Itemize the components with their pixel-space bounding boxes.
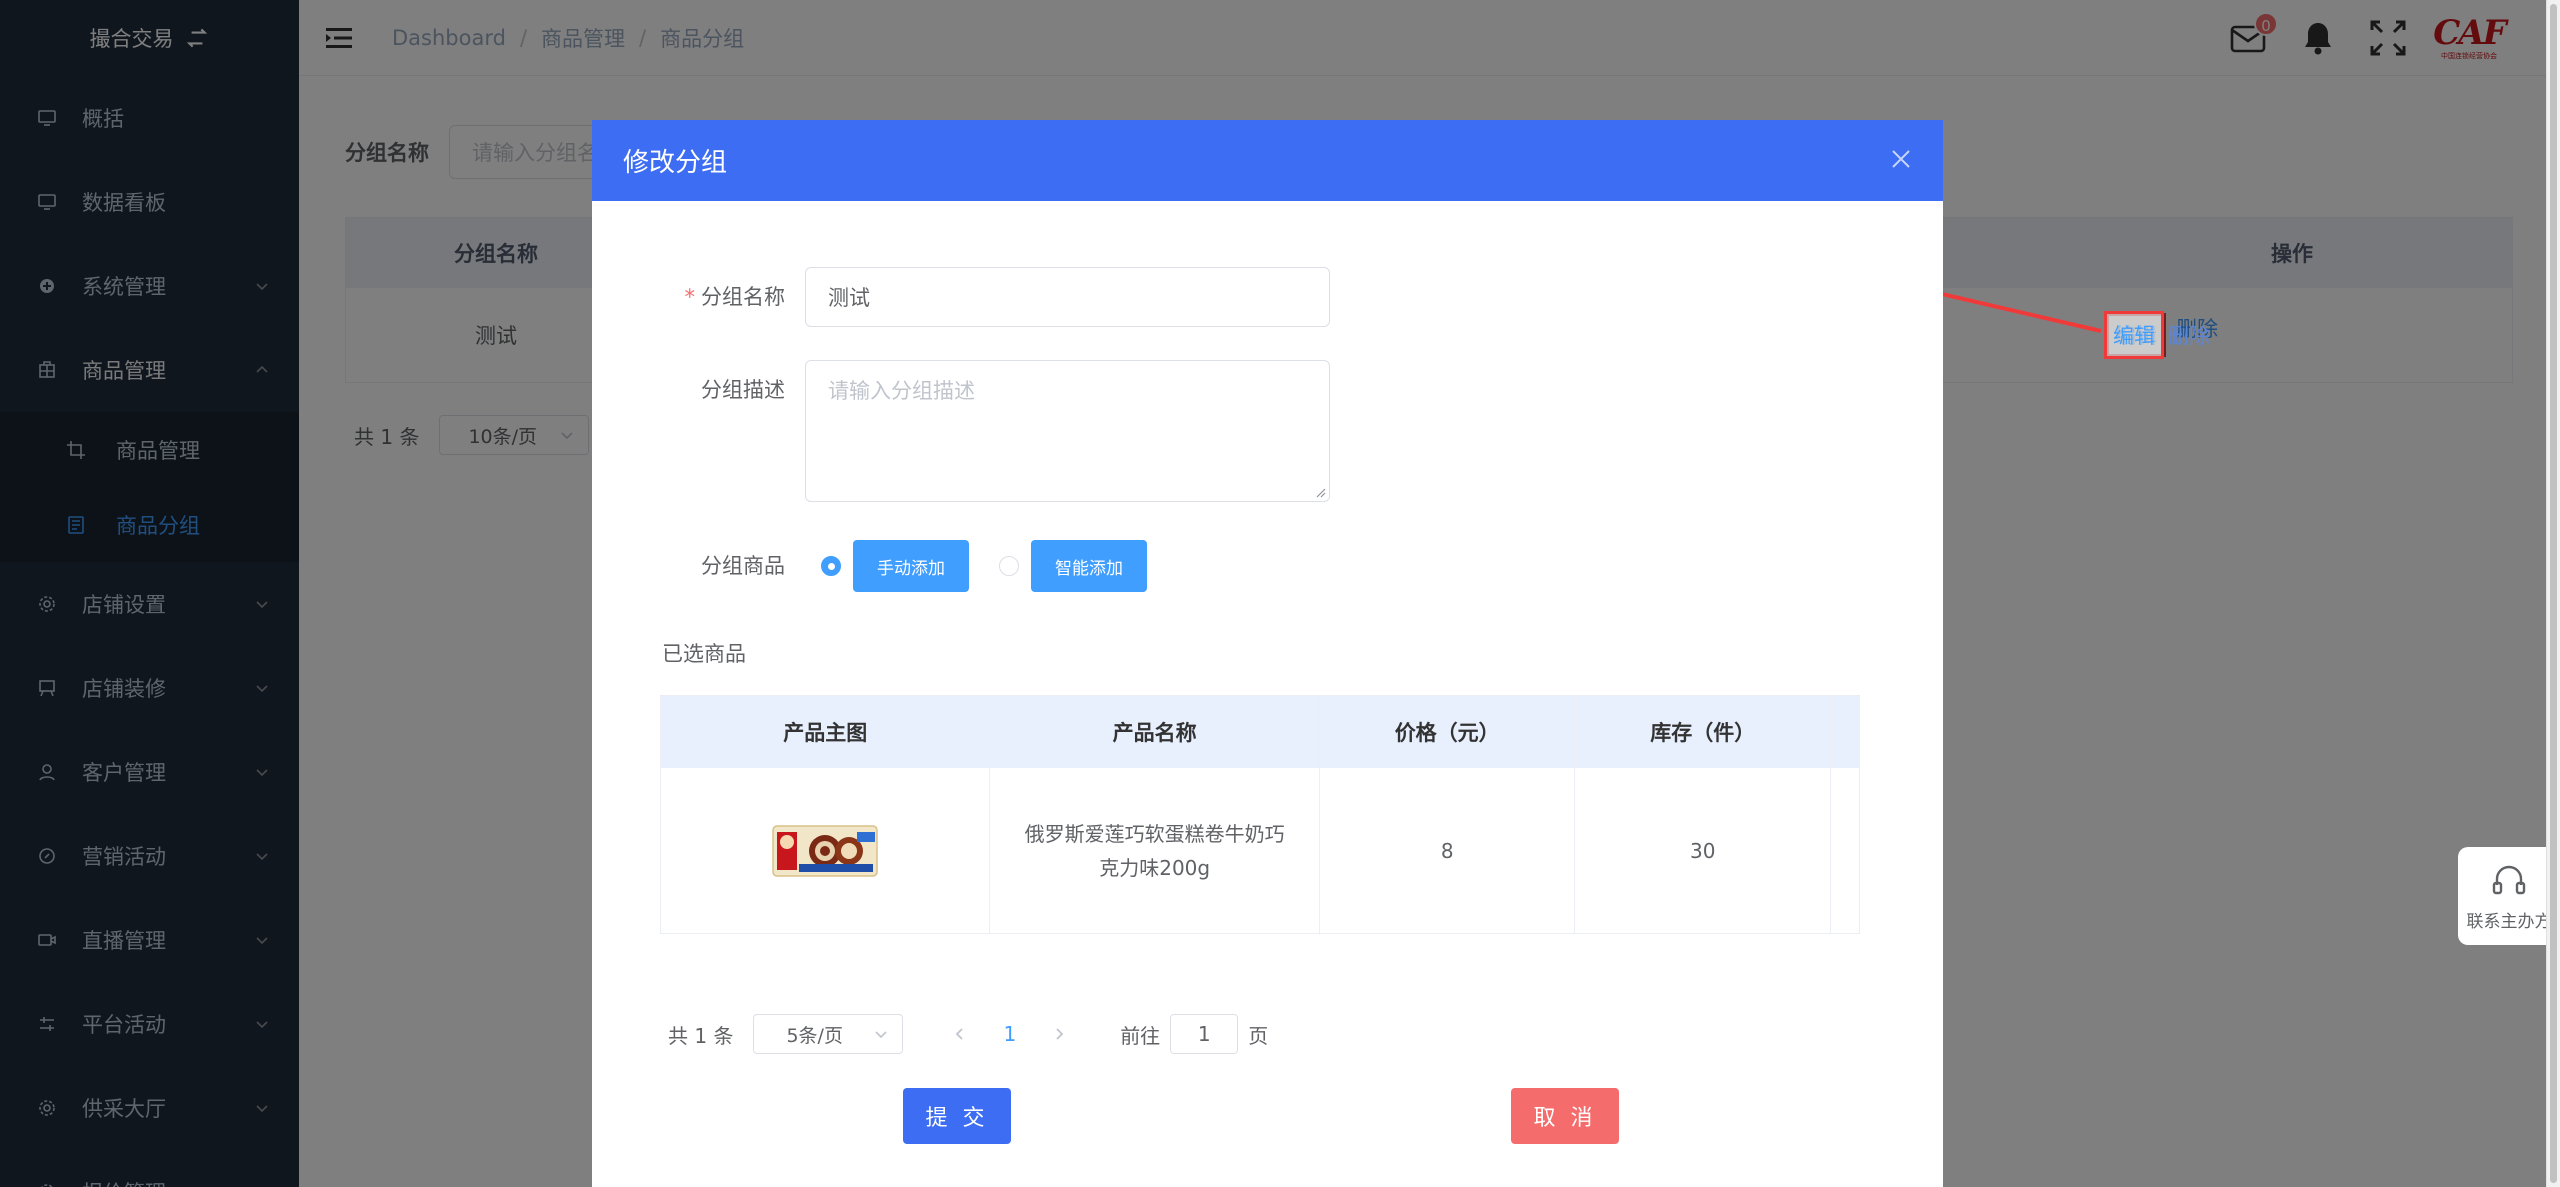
- radio-manual[interactable]: [821, 556, 841, 576]
- page-scrollbar[interactable]: [2546, 0, 2560, 1187]
- group-desc-placeholder: 请输入分组描述: [828, 379, 975, 403]
- product-photo: [772, 824, 878, 877]
- group-name-field[interactable]: 测试: [805, 267, 1330, 327]
- goto-suffix: 页: [1248, 1023, 1269, 1048]
- dialog-title: 修改分组: [623, 148, 728, 178]
- smart-add-button[interactable]: 智能添加: [1031, 540, 1147, 592]
- table-cell-price: 8: [1320, 768, 1576, 933]
- contact-organizer-button[interactable]: 联系主办方: [2458, 847, 2560, 945]
- edit-link-highlighted[interactable]: 编辑: [2104, 311, 2164, 359]
- goods-mode-radio-group: 手动添加 智能添加: [805, 536, 1147, 596]
- delete-link-dimmed[interactable]: 删除: [2168, 320, 2210, 350]
- form-row-name: * 分组名称 测试: [592, 267, 1330, 327]
- headset-icon: [2492, 865, 2526, 894]
- table-cell-stock: 30: [1575, 768, 1832, 933]
- table-header-cell: 库存（件）: [1575, 696, 1832, 768]
- resize-grip-icon[interactable]: [1314, 486, 1326, 498]
- selected-goods-label: 已选商品: [662, 642, 746, 666]
- page-size-value: 5条/页: [786, 1024, 843, 1047]
- next-page-icon[interactable]: [1052, 1027, 1066, 1041]
- manual-add-button[interactable]: 手动添加: [853, 540, 969, 592]
- chevron-down-icon: [875, 1031, 888, 1039]
- submit-button[interactable]: 提 交: [903, 1088, 1011, 1144]
- goto-page: 前往 1 页: [1120, 1014, 1268, 1054]
- table-cell-name: 俄罗斯爱莲巧软蛋糕卷牛奶巧克力味200g: [990, 768, 1320, 933]
- product-name: 俄罗斯爱莲巧软蛋糕卷牛奶巧克力味200g: [1024, 821, 1285, 880]
- table-row: 俄罗斯爱莲巧软蛋糕卷牛奶巧克力味200g 8 30: [661, 768, 1859, 933]
- dialog-header: 修改分组: [592, 120, 1943, 201]
- scrollbar-thumb[interactable]: [2550, 4, 2557, 1183]
- group-desc-textarea[interactable]: 请输入分组描述: [805, 360, 1330, 502]
- group-goods-label: 分组商品: [701, 554, 785, 578]
- table-header-gutter: [1831, 696, 1859, 768]
- group-desc-label: 分组描述: [701, 378, 785, 402]
- cancel-button[interactable]: 取 消: [1511, 1088, 1619, 1144]
- close-icon[interactable]: [1890, 148, 1912, 170]
- table-cell-gutter: [1831, 768, 1859, 933]
- table-header: 产品主图 产品名称 价格（元） 库存（件）: [661, 696, 1859, 768]
- required-marker: *: [684, 285, 696, 309]
- pagination-total: 共 1 条: [668, 1023, 734, 1048]
- radio-smart[interactable]: [999, 556, 1019, 576]
- prev-page-icon[interactable]: [953, 1027, 967, 1041]
- table-header-cell: 产品主图: [661, 696, 991, 768]
- group-name-label: * 分组名称: [684, 285, 786, 309]
- goods-pagination: 共 1 条 5条/页 1 前往 1 页: [668, 1014, 1268, 1054]
- form-row-desc: 分组描述 请输入分组描述: [592, 360, 1330, 502]
- table-header-cell: 产品名称: [990, 696, 1320, 768]
- selected-goods-table: 产品主图 产品名称 价格（元） 库存（件） 俄罗斯爱莲巧软蛋糕卷牛奶巧克力味20…: [660, 695, 1860, 934]
- goto-page-input[interactable]: 1: [1170, 1014, 1239, 1054]
- contact-label: 联系主办方: [2466, 911, 2552, 932]
- table-cell-image: [661, 768, 991, 933]
- row-actions-highlight: 编辑 删除: [2104, 311, 2210, 359]
- table-header-cell: 价格（元）: [1320, 696, 1576, 768]
- page-number[interactable]: 1: [1003, 1022, 1016, 1046]
- page-size-select[interactable]: 5条/页: [753, 1014, 904, 1054]
- goto-label: 前往: [1120, 1023, 1161, 1048]
- form-row-goods: 分组商品 手动添加 智能添加: [592, 536, 1147, 596]
- edit-group-dialog: 修改分组 * 分组名称 测试 分组描述 请输入分组描述 分组商品 手动添加 智能添…: [592, 120, 1943, 1187]
